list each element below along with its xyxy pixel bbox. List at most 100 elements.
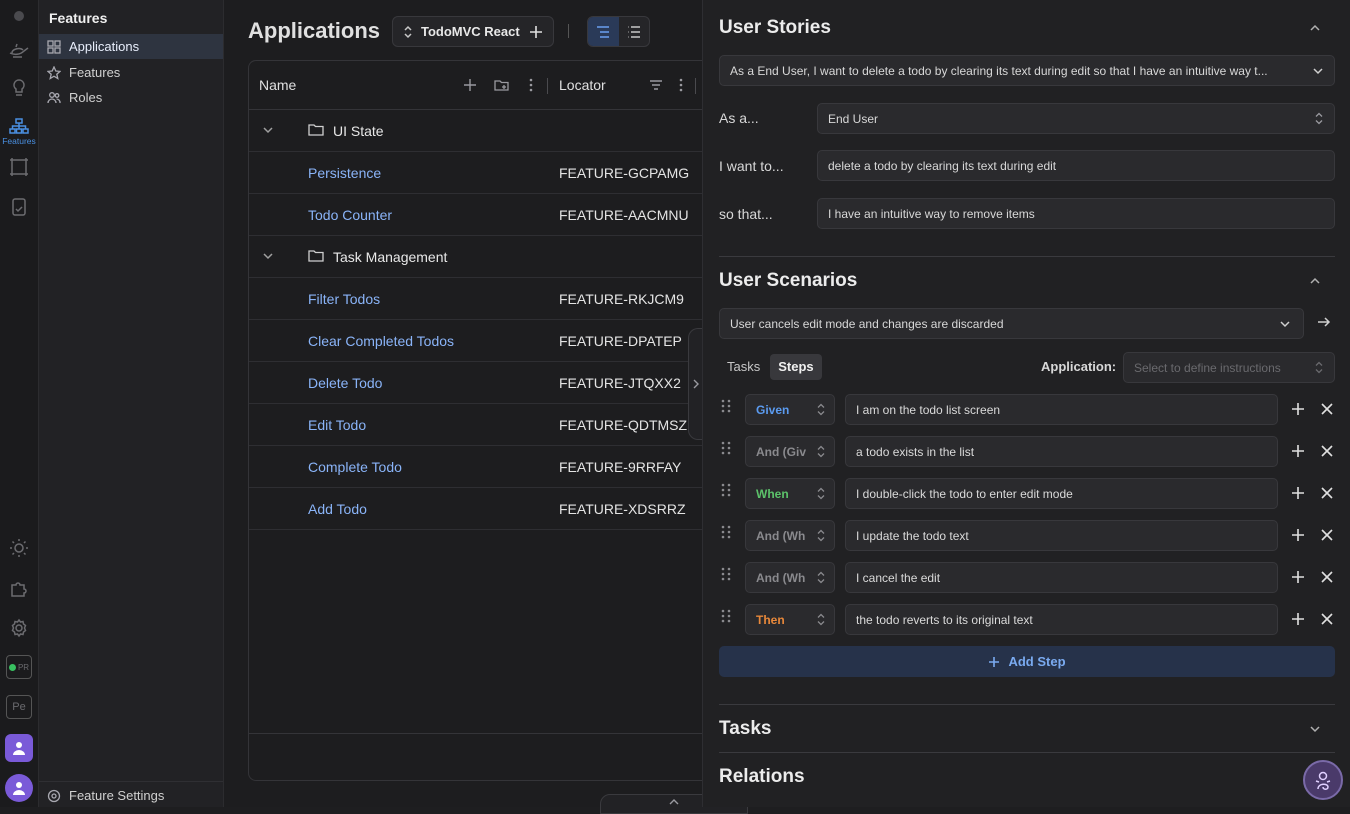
- table-row[interactable]: Filter Todos FEATURE-RKJCM9: [249, 278, 726, 320]
- i-want-to-input[interactable]: delete a todo by clearing its text durin…: [817, 150, 1335, 181]
- table-row[interactable]: Todo Counter FEATURE-AACMNU: [249, 194, 726, 236]
- avatar-user[interactable]: [5, 774, 33, 802]
- chevron-down-icon[interactable]: [1307, 721, 1323, 737]
- app-selector[interactable]: TodoMVC React: [392, 16, 554, 47]
- table-row[interactable]: Delete Todo FEATURE-JTQXX2: [249, 362, 726, 404]
- remove-step-icon[interactable]: [1320, 486, 1334, 500]
- tab-steps[interactable]: Steps: [770, 354, 822, 380]
- sidebar-item-features[interactable]: Features: [39, 60, 223, 85]
- sidebar-item-roles[interactable]: Roles: [39, 85, 223, 110]
- sidebar-item-applications[interactable]: Applications: [39, 34, 223, 59]
- pr-badge[interactable]: PR: [6, 655, 32, 679]
- chevron-down-icon[interactable]: [261, 249, 275, 263]
- step-keyword-select[interactable]: When: [745, 478, 835, 509]
- table-row[interactable]: Edit Todo FEATURE-QDTMSZ: [249, 404, 726, 446]
- as-a-select[interactable]: End User: [817, 103, 1335, 134]
- more-vertical-icon[interactable]: [673, 77, 689, 93]
- plus-icon[interactable]: [529, 25, 543, 39]
- feature-name-link[interactable]: Todo Counter: [308, 207, 392, 223]
- add-step-after-icon[interactable]: [1291, 612, 1305, 626]
- users-icon: [47, 91, 61, 103]
- table-row-folder[interactable]: Task Management: [249, 236, 726, 278]
- remove-step-icon[interactable]: [1320, 402, 1334, 416]
- drag-handle-icon[interactable]: [719, 482, 733, 498]
- genie-lamp-icon[interactable]: [7, 38, 31, 62]
- add-step-after-icon[interactable]: [1291, 528, 1305, 542]
- step-text-input[interactable]: a todo exists in the list: [845, 436, 1278, 467]
- table-row-folder[interactable]: UI State: [249, 110, 726, 152]
- step-keyword-select[interactable]: And (Giv: [745, 436, 835, 467]
- feature-name-link[interactable]: Clear Completed Todos: [308, 333, 454, 349]
- add-step-after-icon[interactable]: [1291, 486, 1305, 500]
- column-header-locator[interactable]: Locator: [559, 77, 606, 93]
- table-row[interactable]: Add Todo FEATURE-XDSRRZ: [249, 488, 726, 530]
- step-keyword: When: [756, 486, 789, 501]
- add-feature-icon[interactable]: [462, 77, 478, 93]
- remove-step-icon[interactable]: [1320, 612, 1334, 626]
- drag-handle-icon[interactable]: [719, 566, 733, 582]
- scenario-step: When I double-click the todo to enter edi…: [719, 478, 1335, 509]
- chevron-up-icon[interactable]: [1307, 20, 1323, 36]
- column-header-name[interactable]: Name: [259, 77, 296, 93]
- checklist-icon[interactable]: [7, 195, 31, 219]
- drag-handle-icon[interactable]: [719, 440, 733, 456]
- application-label: Application:: [1041, 359, 1117, 374]
- sidebar: Features Applications Features Roles Fea…: [39, 0, 224, 807]
- step-keyword-select[interactable]: Then: [745, 604, 835, 635]
- step-text-input[interactable]: the todo reverts to its original text: [845, 604, 1278, 635]
- sidebar-item-label: Applications: [69, 39, 140, 54]
- feature-name-link[interactable]: Filter Todos: [308, 291, 380, 307]
- feature-settings-label: Feature Settings: [69, 788, 165, 803]
- add-step-after-icon[interactable]: [1291, 444, 1305, 458]
- tab-tasks[interactable]: Tasks: [719, 354, 768, 380]
- step-keyword-select[interactable]: And (Wh: [745, 562, 835, 593]
- feature-name-link[interactable]: Add Todo: [308, 501, 367, 517]
- feature-name-link[interactable]: Persistence: [308, 165, 381, 181]
- sun-icon[interactable]: [7, 536, 31, 560]
- add-folder-icon[interactable]: [494, 77, 510, 93]
- step-text-input[interactable]: I update the todo text: [845, 520, 1278, 551]
- add-step-after-icon[interactable]: [1291, 570, 1305, 584]
- feature-settings-link[interactable]: Feature Settings: [39, 783, 223, 808]
- frame-icon[interactable]: [7, 155, 31, 179]
- step-keyword-select[interactable]: And (Wh: [745, 520, 835, 551]
- chevron-down-icon[interactable]: [261, 123, 275, 137]
- chevron-up-icon[interactable]: [1307, 273, 1323, 289]
- pe-badge[interactable]: Pe: [6, 695, 32, 719]
- feature-name-link[interactable]: Complete Todo: [308, 459, 402, 475]
- feature-name-link[interactable]: Delete Todo: [308, 375, 382, 391]
- step-text-input[interactable]: I cancel the edit: [845, 562, 1278, 593]
- step-text-input[interactable]: I am on the todo list screen: [845, 394, 1278, 425]
- more-vertical-icon[interactable]: [523, 77, 539, 93]
- features-nav-icon[interactable]: Features: [2, 116, 36, 148]
- arrow-right-icon[interactable]: [1317, 315, 1331, 329]
- chevron-up-icon: [669, 799, 679, 805]
- scenario-select[interactable]: User cancels edit mode and changes are d…: [719, 308, 1304, 339]
- drag-handle-icon[interactable]: [719, 398, 733, 414]
- assistant-button[interactable]: [1303, 760, 1343, 800]
- flat-list-button[interactable]: [619, 17, 650, 46]
- puzzle-icon[interactable]: [7, 576, 31, 600]
- filter-icon[interactable]: [648, 77, 664, 93]
- table-row[interactable]: Complete Todo FEATURE-9RRFAY: [249, 446, 726, 488]
- lightbulb-icon[interactable]: [7, 76, 31, 100]
- drag-handle-icon[interactable]: [719, 608, 733, 624]
- tree-view-button[interactable]: [588, 17, 619, 46]
- collapse-panel-handle[interactable]: [688, 328, 702, 440]
- add-step-button[interactable]: Add Step: [719, 646, 1335, 677]
- user-story-select[interactable]: As a End User, I want to delete a todo b…: [719, 55, 1335, 86]
- remove-step-icon[interactable]: [1320, 570, 1334, 584]
- avatar-workspace[interactable]: [5, 734, 33, 762]
- gear-icon[interactable]: [7, 616, 31, 640]
- table-row[interactable]: Persistence FEATURE-GCPAMG: [249, 152, 726, 194]
- table-row[interactable]: Clear Completed Todos FEATURE-DPATEP: [249, 320, 726, 362]
- drag-handle-icon[interactable]: [719, 524, 733, 540]
- step-text-input[interactable]: I double-click the todo to enter edit mo…: [845, 478, 1278, 509]
- remove-step-icon[interactable]: [1320, 528, 1334, 542]
- remove-step-icon[interactable]: [1320, 444, 1334, 458]
- feature-name-link[interactable]: Edit Todo: [308, 417, 366, 433]
- step-keyword-select[interactable]: Given: [745, 394, 835, 425]
- so-that-input[interactable]: I have an intuitive way to remove items: [817, 198, 1335, 229]
- add-step-after-icon[interactable]: [1291, 402, 1305, 416]
- application-select[interactable]: Select to define instructions: [1123, 352, 1335, 383]
